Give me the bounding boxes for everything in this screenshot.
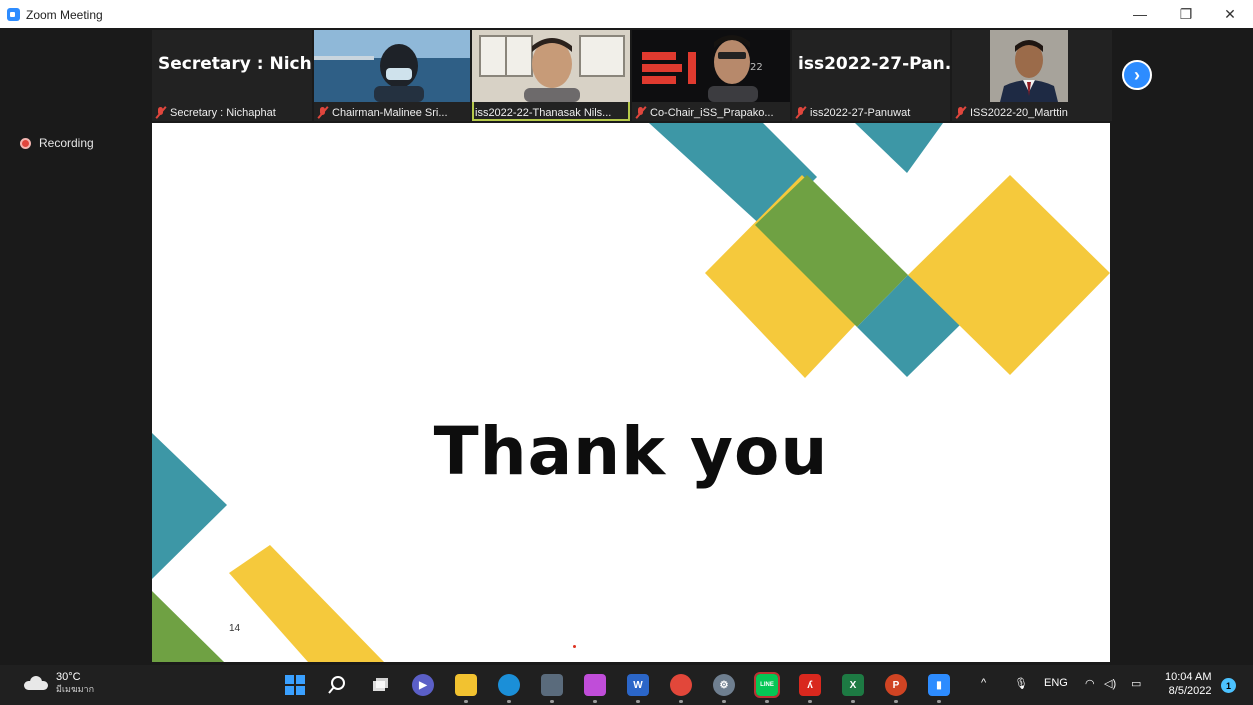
zoom-meeting-window: Zoom Meeting — ❐ ✕ Secretary : Nich... S… (0, 0, 1253, 705)
participant-tile[interactable]: iss2022-27-Pan... iss2022-27-Panuwat (792, 30, 950, 121)
settings-icon[interactable]: ⚙ (713, 674, 735, 703)
search-icon[interactable] (326, 674, 348, 696)
input-language[interactable]: ENG (1044, 677, 1068, 689)
participant-tile[interactable]: Secretary : Nich... Secretary : Nichapha… (152, 30, 312, 121)
edge-icon[interactable] (498, 674, 520, 703)
participant-name: iss2022-27-Panuwat (810, 106, 911, 119)
pointer-dot (573, 645, 576, 648)
participant-label-row: iss2022-22-Thanasak Nils... (475, 107, 611, 119)
system-clock[interactable]: 10:04 AM 8/5/2022 (1165, 670, 1211, 698)
participant-video (990, 30, 1068, 102)
participant-name: iss2022-22-Thanasak Nils... (475, 107, 612, 119)
powerpoint-icon[interactable]: P (885, 674, 907, 703)
mic-muted-icon (317, 106, 328, 119)
participant-name: Secretary : Nichaphat (170, 106, 276, 119)
title-bar: Zoom Meeting — ❐ ✕ (0, 0, 1253, 28)
calculator-icon[interactable] (541, 674, 563, 703)
close-button[interactable]: ✕ (1207, 0, 1253, 28)
zoom-app-icon (7, 8, 20, 21)
shared-screen-slide: Thank you 14 (152, 123, 1110, 662)
participant-tile[interactable]: Chairman-Malinee Sri... (314, 30, 470, 121)
participant-tile[interactable]: ISS2022-20_Marttin (952, 30, 1112, 121)
teams-chat-icon[interactable]: ▶ (412, 674, 434, 696)
battery-icon[interactable]: ▭ (1131, 677, 1141, 690)
mic-muted-icon (955, 106, 966, 119)
acrobat-icon[interactable]: ʎ (799, 674, 821, 703)
slide-page-number: 14 (229, 623, 241, 634)
video-feed-virtual-background: 22 (632, 30, 790, 102)
recording-dot-icon (20, 137, 31, 149)
participant-label-row: iss2022-27-Panuwat (795, 106, 910, 119)
video-feed-sea (314, 30, 470, 102)
participant-name: ISS2022-20_Marttin (970, 106, 1068, 119)
participant-video: 22 (632, 30, 790, 102)
recording-label: Recording (39, 136, 94, 150)
yellow-band (229, 545, 384, 662)
task-view-icon[interactable] (369, 674, 391, 696)
participant-tile-active-speaker[interactable]: iss2022-22-Thanasak Nils... (472, 30, 630, 121)
slide-heading: Thank you (433, 413, 829, 490)
file-explorer-icon[interactable] (455, 674, 477, 703)
zoom-icon[interactable]: ▮ (928, 674, 950, 703)
window-title: Zoom Meeting (26, 8, 103, 22)
weather-temperature: 30°C (56, 671, 81, 683)
participant-video (314, 30, 470, 102)
restore-button[interactable]: ❐ (1163, 0, 1209, 28)
green-triangle (152, 591, 224, 662)
mic-muted-icon (795, 106, 806, 119)
participant-label-row: Secretary : Nichaphat (155, 106, 276, 119)
weather-condition: มีเมฆมาก (56, 684, 95, 694)
video-feed-room (472, 30, 630, 102)
meeting-area: Secretary : Nich... Secretary : Nichapha… (0, 28, 1253, 665)
start-icon[interactable] (284, 674, 306, 696)
video-feed-portrait (990, 30, 1068, 102)
weather-widget[interactable]: 30°C มีเมฆมาก (24, 671, 94, 695)
clock-time: 10:04 AM (1165, 671, 1212, 683)
word-icon[interactable]: W (627, 674, 649, 703)
mic-muted-icon (635, 106, 646, 119)
participant-video (472, 30, 630, 102)
mic-muted-icon (155, 106, 166, 119)
speaker-icon[interactable]: ◁) (1104, 677, 1116, 690)
minimize-button[interactable]: — (1117, 0, 1163, 28)
participant-name: Chairman-Malinee Sri... (332, 106, 448, 119)
teal-shape (855, 123, 943, 173)
wifi-icon[interactable]: ◠ (1085, 677, 1095, 690)
recording-indicator[interactable]: Recording (20, 136, 94, 150)
tray-chevron-icon[interactable]: ^ (981, 677, 986, 689)
next-page-arrow-icon[interactable]: › (1122, 60, 1152, 90)
participant-namecard: Secretary : Nich... (158, 54, 312, 74)
clock-date: 8/5/2022 (1168, 685, 1212, 697)
svg-text:22: 22 (750, 62, 763, 73)
participant-namecard: iss2022-27-Pan... (798, 54, 950, 74)
snipping-tool-icon[interactable] (584, 674, 606, 703)
notification-badge[interactable]: 1 (1221, 678, 1236, 693)
participant-label-row: ISS2022-20_Marttin (955, 106, 1068, 119)
microphone-icon[interactable]: 🎙 (1014, 677, 1028, 690)
taskbar: 30°C มีเมฆมาก ▶ W ⚙ LINE ʎ X P ▮ ^ 🎙 ENG… (0, 665, 1253, 705)
slide-decoration (152, 123, 1110, 662)
participant-tile[interactable]: 22 Co-Chair_iSS_Prapako... (632, 30, 790, 121)
participant-label-row: Chairman-Malinee Sri... (317, 106, 448, 119)
participant-name: Co-Chair_iSS_Prapako... (650, 106, 774, 119)
cloud-icon (24, 676, 48, 690)
participant-label-row: Co-Chair_iSS_Prapako... (635, 106, 774, 119)
chrome-icon[interactable] (670, 674, 692, 703)
line-icon[interactable]: LINE (754, 672, 780, 703)
excel-icon[interactable]: X (842, 674, 864, 703)
